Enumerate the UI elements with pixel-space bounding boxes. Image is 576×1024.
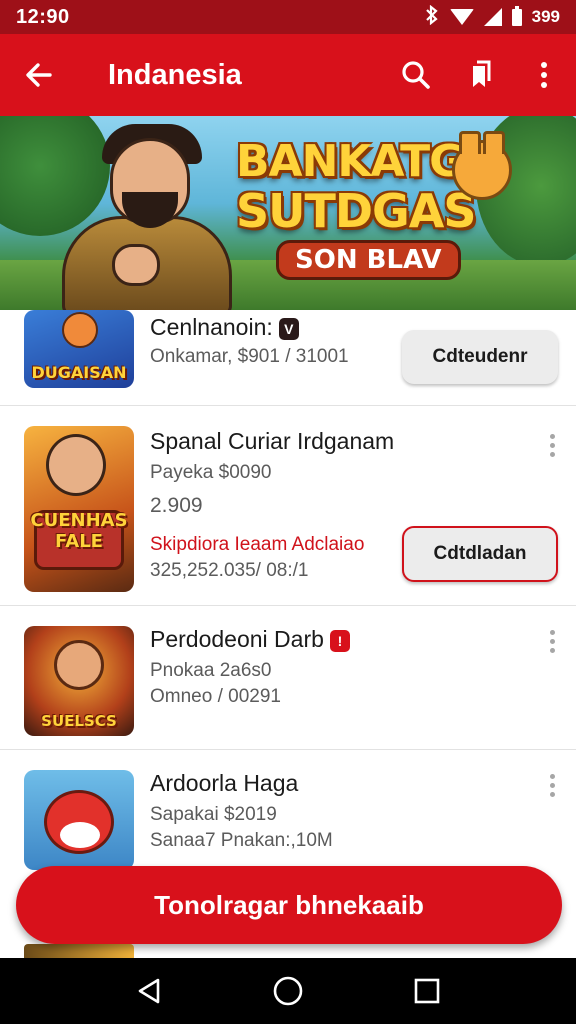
more-button[interactable]: [512, 34, 576, 116]
primary-cta-button[interactable]: Tonolragar bhnekaaib: [16, 866, 562, 944]
wifi-icon: [449, 9, 474, 25]
game-meta: Omneo / 00291: [150, 686, 281, 707]
game-thumbnail: SUELSCS: [24, 626, 134, 736]
list-item[interactable]: SUELSCS Perdodeoni Darb! Pnokaa 2a6s0 Om…: [0, 606, 576, 750]
download-button[interactable]: Cdteudenr: [402, 330, 558, 384]
back-icon: [139, 978, 160, 1004]
more-vert-icon: [541, 62, 547, 88]
signal-icon: [483, 8, 502, 26]
game-thumbnail: CUENHAS FALE: [24, 426, 134, 592]
banner-title-line1: BANKATG: [236, 136, 465, 187]
game-name: Cenlnanoin: V: [150, 314, 299, 341]
banner-game-logo: BANKATG SUTDGAS SON BLAV: [236, 136, 477, 288]
battery-icon: [511, 5, 522, 26]
banner-subtitle: SON BLAV: [276, 240, 461, 280]
system-nav-bar: [0, 958, 576, 1024]
game-price: Sapakai $2019: [150, 804, 277, 825]
bookmark-icon: [473, 60, 491, 87]
bluetooth-icon: [424, 4, 440, 30]
game-thumbnail: DUGAISAN: [24, 310, 134, 388]
search-icon: [402, 61, 430, 89]
game-price: Payeka $0090: [150, 462, 272, 483]
download-button[interactable]: Cdtdladan: [402, 526, 558, 582]
promo-banner[interactable]: BANKATG SUTDGAS SON BLAV: [0, 116, 576, 310]
page-title: Indanesia: [108, 58, 242, 91]
banner-hero-character: [52, 124, 242, 310]
game-price: Pnokaa 2a6s0: [150, 660, 272, 681]
arrow-left-icon: [26, 63, 52, 87]
game-name: Ardoorla Haga: [150, 770, 299, 796]
game-name: Perdodeoni Darb!: [150, 626, 350, 653]
nav-recents-button[interactable]: [407, 971, 447, 1011]
app-screen: 12:90 399 Indanesia BANKATG SUTDGAS SON …: [0, 0, 576, 1024]
game-list: DUGAISAN Cenlnanoin: V Onkamar, $901 / 31…: [0, 310, 576, 910]
game-meta: Onkamar, $901 / 31001: [150, 346, 349, 367]
item-more-icon[interactable]: [550, 630, 556, 656]
search-button[interactable]: [384, 34, 448, 116]
nav-back-button[interactable]: [129, 971, 169, 1011]
nav-home-button[interactable]: [268, 971, 308, 1011]
game-name: Spanal Curiar Irdganam: [150, 428, 395, 454]
item-more-icon[interactable]: [550, 434, 556, 460]
battery-text: 399: [531, 7, 560, 26]
list-item[interactable]: DUGAISAN Cenlnanoin: V Onkamar, $901 / 31…: [0, 310, 576, 406]
back-button[interactable]: [0, 34, 78, 116]
item-more-icon[interactable]: [550, 774, 556, 800]
list-item[interactable]: CUENHAS FALE Spanal Curiar Irdganam Paye…: [0, 406, 576, 606]
game-meta: Sanaa7 Pnakan:,10M: [150, 830, 333, 851]
game-value: 2.909: [150, 494, 203, 517]
alert-badge-icon: !: [329, 629, 350, 652]
game-thumbnail: [24, 770, 134, 870]
status-icons: 399: [424, 4, 560, 30]
next-item-thumbnail-peek: [24, 944, 134, 958]
status-time: 12:90: [16, 5, 70, 28]
game-meta: 325,252.035/ 08:/1: [150, 560, 309, 581]
game-promo-text: Skipdiora Ieaam Adclaiao: [150, 534, 365, 555]
app-bar: Indanesia: [0, 34, 576, 148]
home-icon: [273, 976, 303, 1006]
bookmark-button[interactable]: [448, 34, 512, 116]
banner-mascot-icon: [452, 131, 512, 200]
banner-title-line2: SUTDGAS: [236, 184, 477, 238]
status-bar: 12:90 399: [0, 0, 576, 34]
recents-icon: [414, 978, 439, 1004]
verified-badge-icon: V: [278, 317, 299, 340]
